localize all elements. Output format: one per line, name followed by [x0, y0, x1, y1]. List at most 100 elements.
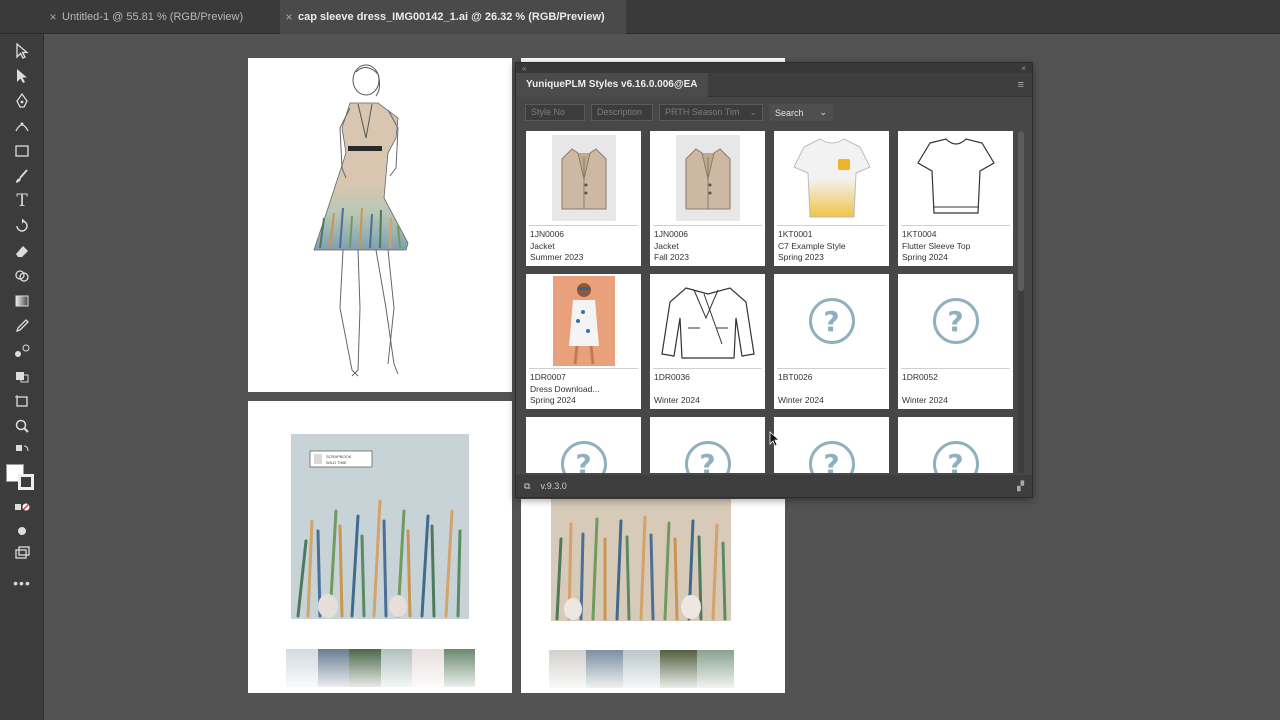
- style-code: 1DR0036: [654, 372, 690, 382]
- close-tab-icon[interactable]: ×: [280, 10, 298, 24]
- tab-label: Untitled-1 @ 55.81 % (RGB/Preview): [62, 11, 244, 23]
- style-season: Summer 2023: [530, 252, 584, 262]
- style-card-meta: 1DR0007 Dress Download... Spring 2024: [530, 372, 638, 407]
- print-tag-line: WILD TIME: [326, 460, 347, 465]
- blend-tool-icon[interactable]: [10, 340, 34, 362]
- placeholder-question-icon: ?: [808, 298, 855, 344]
- document-tab-untitled[interactable]: × Untitled-1 @ 55.81 % (RGB/Preview): [44, 0, 274, 34]
- style-season: Spring 2024: [530, 395, 576, 405]
- card-divider: [901, 225, 1010, 226]
- style-card-meta: 1KT0001 C7 Example Style Spring 2023: [778, 229, 886, 264]
- style-card[interactable]: ?: [526, 417, 641, 473]
- card-divider: [529, 368, 638, 369]
- style-card-meta: 1BT0026 Winter 2024: [778, 372, 886, 407]
- style-name: Flutter Sleeve Top: [902, 240, 971, 251]
- document-tab-cap-sleeve-dress[interactable]: × cap sleeve dress_IMG00142_1.ai @ 26.32…: [280, 0, 626, 34]
- style-season: Spring 2024: [902, 252, 948, 262]
- panel-menu-icon[interactable]: ≡: [1018, 79, 1024, 91]
- eraser-tool-icon[interactable]: [10, 240, 34, 262]
- style-code: 1KT0001: [778, 229, 813, 239]
- selection-tool-icon[interactable]: [10, 40, 34, 62]
- card-divider: [653, 225, 762, 226]
- eyedropper-tool-icon[interactable]: [10, 315, 34, 337]
- style-thumbnail: ?: [898, 417, 1013, 473]
- panel-tab-styles[interactable]: YuniquePLM Styles v6.16.0.006@EA: [516, 72, 708, 97]
- style-card[interactable]: ? 1DR0052 Winter 2024: [898, 274, 1013, 409]
- description-input[interactable]: Description: [591, 104, 653, 121]
- card-divider: [901, 368, 1010, 369]
- dress-illustration: [313, 64, 409, 377]
- panel-tab-row: YuniquePLM Styles v6.16.0.006@EA ≡: [516, 72, 1032, 97]
- style-code: 1DR0007: [530, 372, 566, 382]
- style-name: [654, 384, 762, 396]
- collapse-panel-icon[interactable]: «: [522, 64, 526, 73]
- shape-builder-tool-icon[interactable]: [10, 265, 34, 287]
- style-card[interactable]: 1DR0007 Dress Download... Spring 2024: [526, 274, 641, 409]
- placeholder-question-icon: ?: [808, 441, 855, 473]
- style-thumbnail: ?: [774, 274, 889, 368]
- filter-bar: Style No Description PRTH Season Tim ⌄ S…: [516, 97, 1032, 128]
- style-card-meta: 1DR0036 Winter 2024: [654, 372, 762, 407]
- style-no-input[interactable]: Style No: [525, 104, 585, 121]
- style-season: Fall 2023: [654, 252, 689, 262]
- style-thumbnail: [650, 131, 765, 225]
- gradient-tool-icon[interactable]: [10, 290, 34, 312]
- resize-grip-icon[interactable]: ▞: [1017, 481, 1024, 492]
- style-name: Jacket: [654, 240, 679, 251]
- placeholder-question-icon: ?: [932, 441, 979, 473]
- style-card[interactable]: ? 1BT0026 Winter 2024: [774, 274, 889, 409]
- season-select[interactable]: PRTH Season Tim ⌄: [659, 104, 763, 121]
- swap-fill-stroke-icon[interactable]: [10, 440, 34, 462]
- style-code: 1BT0026: [778, 372, 813, 382]
- version-label: v.9.3.0: [540, 481, 567, 491]
- print-tag-line: SCRAPBOOK: [326, 454, 352, 459]
- style-card[interactable]: 1JN0006 Jacket Summer 2023: [526, 131, 641, 266]
- chevron-down-icon: ⌄: [819, 107, 827, 117]
- fade-overlay: [248, 645, 512, 693]
- style-thumbnail: [898, 131, 1013, 225]
- scrollbar-thumb[interactable]: [1018, 131, 1024, 291]
- style-card[interactable]: 1KT0001 C7 Example Style Spring 2023: [774, 131, 889, 266]
- draw-mode-icon[interactable]: [10, 520, 34, 542]
- style-card[interactable]: 1JN0006 Jacket Fall 2023: [650, 131, 765, 266]
- style-card[interactable]: ?: [774, 417, 889, 473]
- pen-tool-icon[interactable]: [10, 90, 34, 112]
- style-card-meta: 1DR0052 Winter 2024: [902, 372, 1010, 407]
- style-name: C7 Example Style: [778, 240, 846, 251]
- season-select-label: PRTH Season Tim: [665, 107, 740, 117]
- color-mode-icon[interactable]: [10, 496, 34, 518]
- live-paint-icon[interactable]: [10, 365, 34, 387]
- zoom-tool-icon[interactable]: [10, 415, 34, 437]
- card-divider: [777, 368, 886, 369]
- paintbrush-tool-icon[interactable]: [10, 165, 34, 187]
- style-card[interactable]: ?: [898, 417, 1013, 473]
- grid-scrollbar[interactable]: [1018, 131, 1024, 473]
- type-tool-icon[interactable]: T: [10, 190, 34, 212]
- style-thumbnail: ?: [650, 417, 765, 473]
- style-card[interactable]: ?: [650, 417, 765, 473]
- more-tools-icon[interactable]: •••: [10, 572, 34, 594]
- fill-stroke-swatch[interactable]: [6, 464, 34, 494]
- style-season: Winter 2024: [778, 395, 824, 405]
- rotate-tool-icon[interactable]: [10, 215, 34, 237]
- direct-selection-tool-icon[interactable]: [10, 65, 34, 87]
- plugin-icon[interactable]: ⧉: [524, 481, 530, 492]
- style-card[interactable]: 1DR0036 Winter 2024: [650, 274, 765, 409]
- panel-titlebar[interactable]: « ×: [516, 63, 1032, 73]
- search-button[interactable]: Search ⌄: [769, 104, 833, 121]
- curvature-tool-icon[interactable]: [10, 115, 34, 137]
- screen-mode-icon[interactable]: [10, 542, 34, 564]
- close-tab-icon[interactable]: ×: [44, 10, 62, 24]
- artboard-dress-sketch: [248, 58, 512, 392]
- style-code: 1JN0006: [530, 229, 565, 239]
- style-card-meta: 1JN0006 Jacket Fall 2023: [654, 229, 762, 264]
- artboard-tool-icon[interactable]: [10, 390, 34, 412]
- style-card[interactable]: 1KT0004 Flutter Sleeve Top Spring 2024: [898, 131, 1013, 266]
- style-season: Spring 2023: [778, 252, 824, 262]
- style-thumbnail: ?: [898, 274, 1013, 368]
- style-season: Winter 2024: [902, 395, 948, 405]
- close-panel-icon[interactable]: ×: [1021, 64, 1026, 73]
- rectangle-tool-icon[interactable]: [10, 140, 34, 162]
- panel-footer: ⧉ v.9.3.0 ▞: [516, 475, 1032, 497]
- search-button-label: Search: [775, 107, 804, 118]
